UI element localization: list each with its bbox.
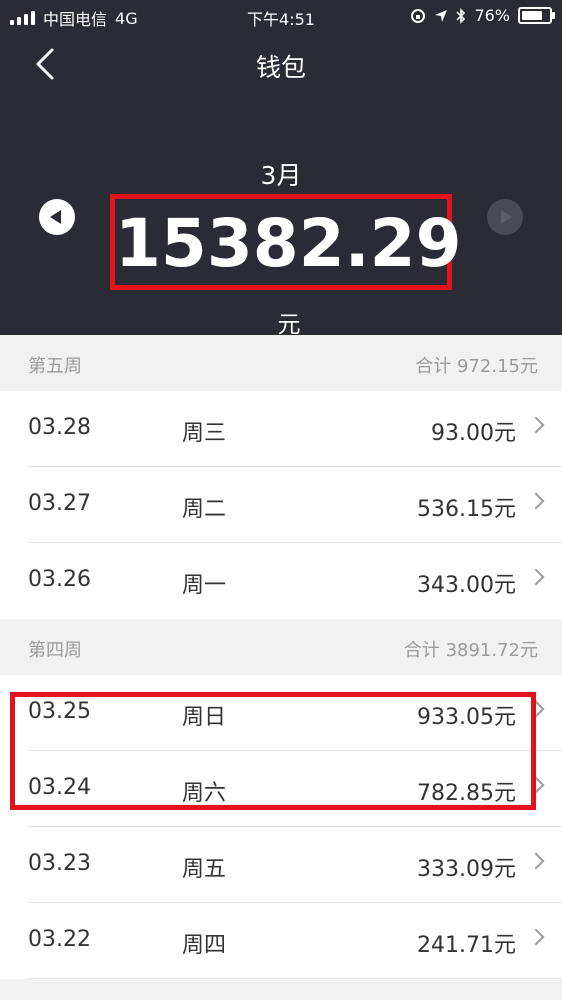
day-amount: 933.05元	[417, 705, 516, 730]
day-row[interactable]: 03.22 周四 241.71元	[0, 903, 562, 979]
chevron-right-icon	[527, 852, 545, 870]
week-name: 第四周	[28, 640, 82, 661]
day-row[interactable]: 03.28 周三 93.00元	[0, 391, 562, 467]
battery-icon	[518, 7, 555, 24]
day-date: 03.26	[28, 567, 91, 592]
day-weekday: 周一	[182, 573, 227, 598]
lock-rotation-icon	[411, 8, 426, 23]
month-label: 3月	[260, 161, 302, 190]
row-divider	[28, 978, 562, 979]
chevron-right-icon	[527, 416, 545, 434]
status-bar: 中国电信 4G 下午4:51 76%	[0, 0, 562, 32]
next-month-button[interactable]	[487, 199, 523, 235]
day-weekday: 周二	[182, 497, 227, 522]
day-weekday: 周五	[182, 857, 227, 882]
week-header: 第四周 合计 3891.72元	[0, 619, 562, 675]
week-header: 第五周 合计 972.15元	[0, 335, 562, 391]
page-title: 钱包	[255, 53, 306, 82]
day-weekday: 周四	[182, 933, 227, 958]
prev-month-button[interactable]	[39, 199, 75, 235]
day-amount: 536.15元	[417, 497, 516, 522]
day-row[interactable]: 03.25 周日 933.05元	[0, 675, 562, 751]
chevron-right-icon	[527, 776, 545, 794]
chevron-right-icon	[527, 568, 545, 586]
day-row[interactable]: 03.23 周五 333.09元	[0, 827, 562, 903]
week-total: 合计 3891.72元	[403, 640, 538, 661]
day-amount: 241.71元	[417, 933, 516, 958]
battery-percent: 76%	[474, 6, 510, 25]
day-weekday: 周日	[182, 705, 227, 730]
day-date: 03.28	[28, 415, 91, 440]
day-date: 03.25	[28, 699, 91, 724]
day-date: 03.24	[28, 775, 91, 800]
day-date: 03.27	[28, 491, 91, 516]
week-name: 第五周	[28, 356, 82, 377]
location-icon	[435, 9, 448, 22]
nav-bar: 钱包	[0, 32, 562, 94]
status-right: 76%	[410, 6, 555, 25]
month-amount-highlight: 15382.29元	[110, 194, 462, 338]
day-weekday: 周六	[182, 781, 227, 806]
day-row[interactable]: 03.26 周一 343.00元	[0, 543, 562, 619]
day-row[interactable]: 03.24 周六 782.85元	[0, 751, 562, 827]
chevron-right-icon	[527, 928, 545, 946]
bluetooth-icon	[456, 7, 466, 24]
chevron-right-icon	[527, 492, 545, 510]
day-amount: 782.85元	[417, 781, 516, 806]
day-amount: 333.09元	[417, 857, 516, 882]
day-row[interactable]: 03.27 周二 536.15元	[0, 467, 562, 543]
day-amount: 93.00元	[431, 421, 516, 446]
day-weekday: 周三	[182, 421, 227, 446]
day-amount: 343.00元	[417, 573, 516, 598]
wallet-header: 中国电信 4G 下午4:51 76% 钱包 3月 15382.29元	[0, 0, 562, 338]
chevron-right-icon	[527, 700, 545, 718]
month-amount-value: 15382.29	[115, 205, 462, 282]
week-total: 合计 972.15元	[415, 356, 538, 377]
day-date: 03.22	[28, 927, 91, 952]
day-date: 03.23	[28, 851, 91, 876]
